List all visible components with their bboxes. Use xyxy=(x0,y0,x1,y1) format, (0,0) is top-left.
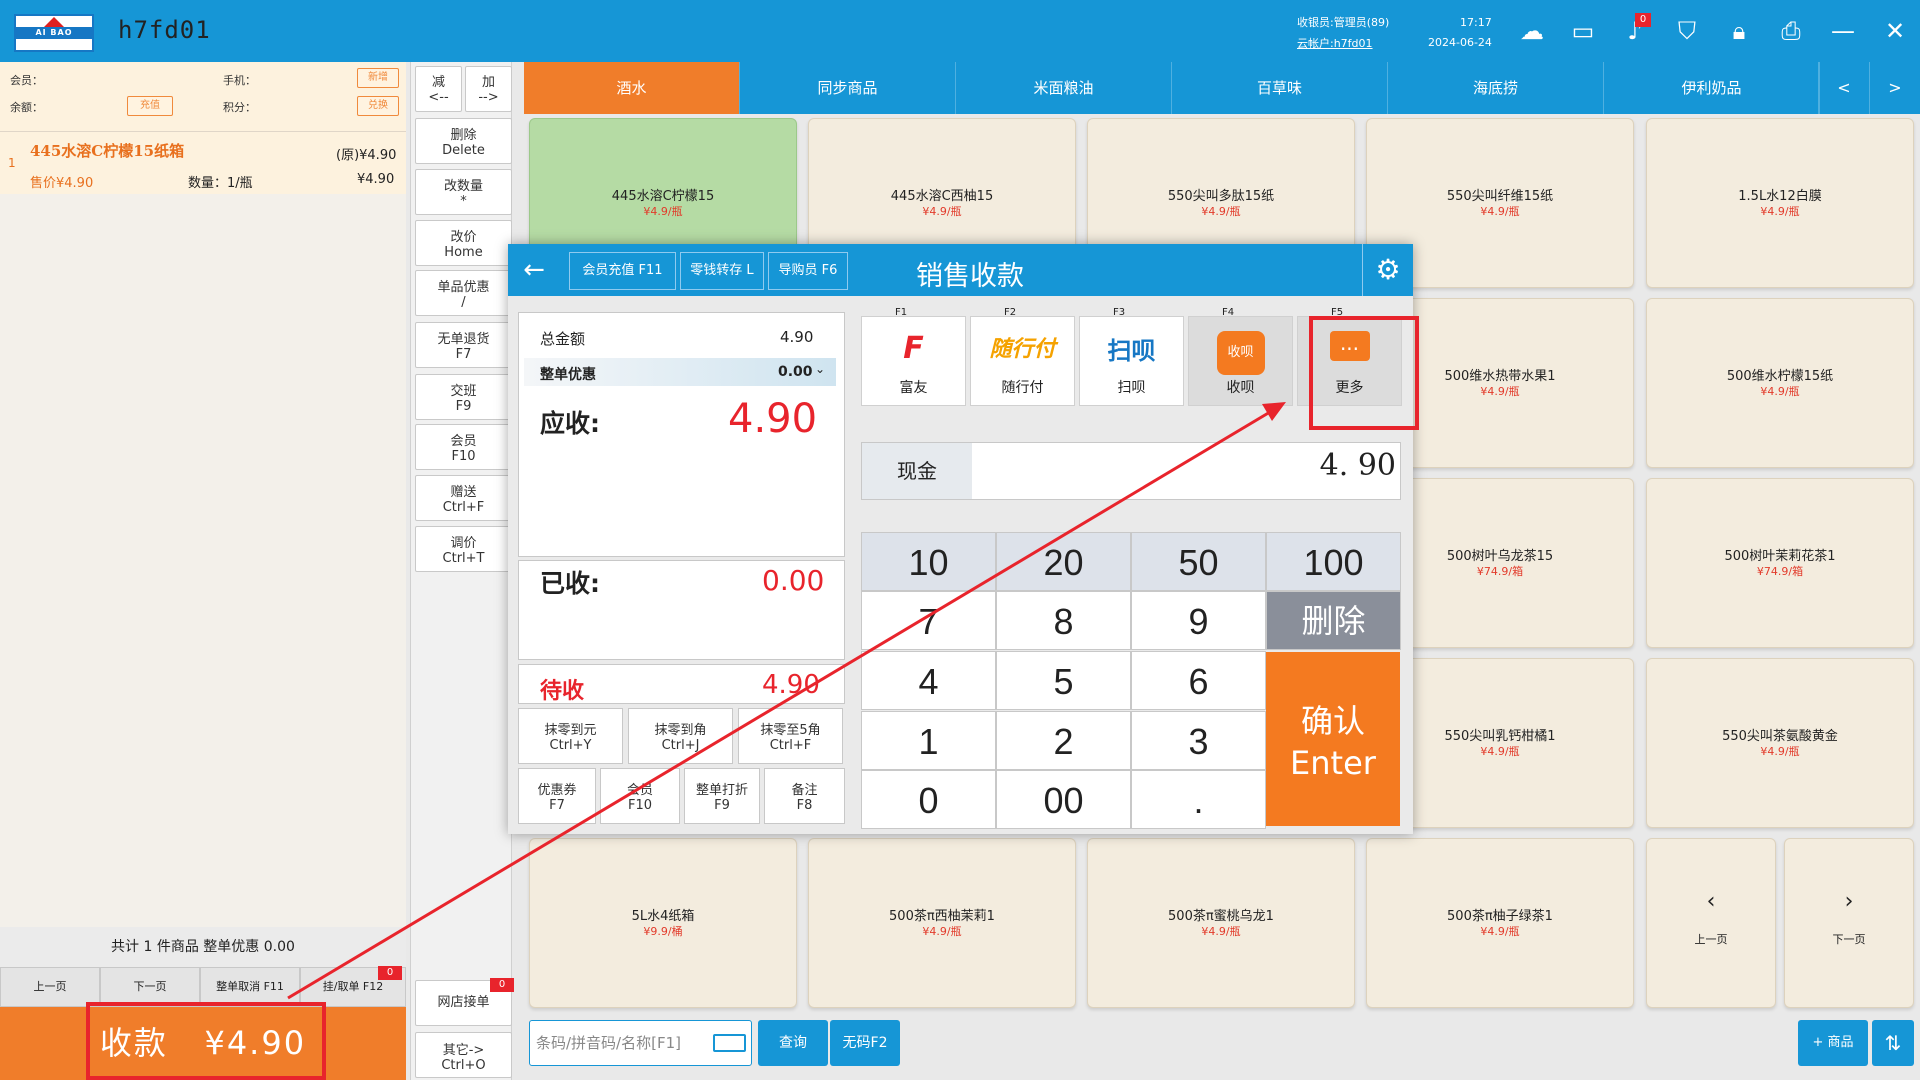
annotation-arrow xyxy=(287,402,1286,1000)
